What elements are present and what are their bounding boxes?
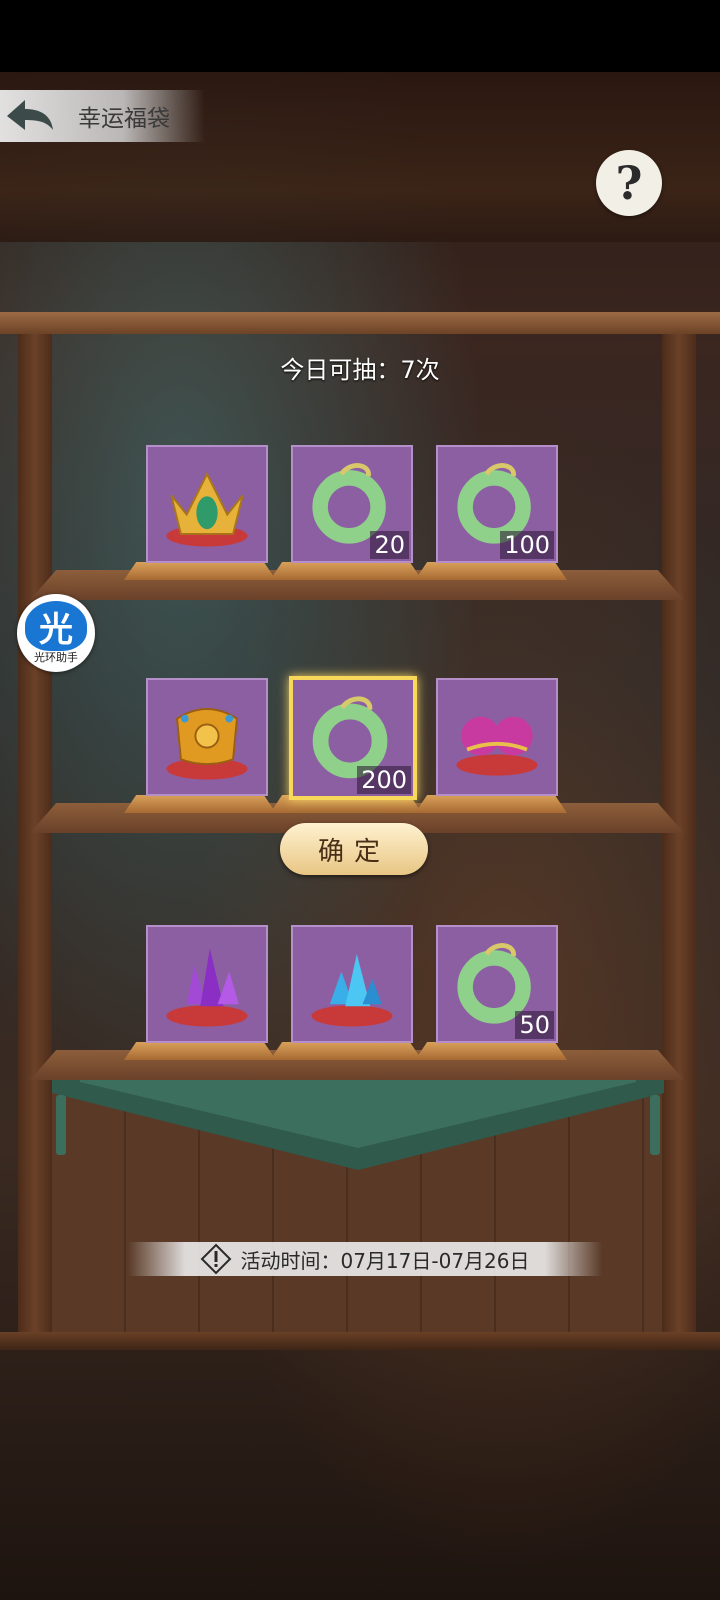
reward-slot[interactable]	[291, 925, 413, 1043]
cabinet-top	[0, 312, 720, 334]
item-stand	[415, 562, 567, 580]
help-button[interactable]: ?	[596, 150, 662, 216]
gold-crown-icon	[166, 471, 248, 547]
event-time-bar: 活动时间：07月17日-07月26日	[128, 1242, 602, 1276]
item-stand	[270, 1042, 422, 1060]
draws-remaining: 今日可抽：7次	[280, 356, 440, 384]
reward-slot-selected[interactable]: 200	[289, 676, 417, 800]
item-quantity: 200	[357, 766, 411, 794]
helper-label: 光环助手	[34, 651, 78, 664]
helper-badge[interactable]: 光 光环助手	[17, 594, 95, 672]
confirm-button[interactable]: 确定	[280, 823, 428, 875]
back-arrow-icon[interactable]	[0, 90, 60, 142]
item-stand	[124, 1042, 276, 1060]
reward-slot[interactable]	[146, 445, 268, 563]
item-stand	[415, 1042, 567, 1060]
tassel-right	[650, 1095, 660, 1155]
reward-slot[interactable]: 50	[436, 925, 558, 1043]
item-stand	[270, 562, 422, 580]
reward-slot[interactable]	[146, 925, 268, 1043]
tassel-left	[56, 1095, 66, 1155]
purple-crystal-icon	[166, 948, 248, 1027]
reward-slot[interactable]: 20	[291, 445, 413, 563]
item-quantity: 50	[515, 1011, 554, 1039]
golden-armor-icon	[166, 708, 248, 780]
page-title: 幸运福袋	[78, 106, 170, 132]
cabinet-post-right	[662, 334, 696, 1334]
question-icon: ?	[615, 156, 643, 210]
item-stand	[124, 795, 276, 813]
warning-icon	[201, 1243, 232, 1275]
blue-crystal-icon	[311, 954, 393, 1027]
reward-slot[interactable]	[436, 678, 558, 796]
item-quantity: 20	[370, 531, 409, 559]
item-stand	[415, 795, 567, 813]
pink-pearls-icon	[456, 716, 538, 776]
item-stand	[124, 562, 276, 580]
helper-logo-icon: 光	[25, 601, 87, 651]
header-bar: 幸运福袋	[0, 90, 205, 142]
cabinet-post-left	[18, 334, 52, 1334]
event-time-text: 活动时间：07月17日-07月26日	[240, 1248, 530, 1273]
reward-slot[interactable]: 100	[436, 445, 558, 563]
item-quantity: 100	[500, 531, 554, 559]
cabinet-bottom	[0, 1332, 720, 1350]
reward-slot[interactable]	[146, 678, 268, 796]
